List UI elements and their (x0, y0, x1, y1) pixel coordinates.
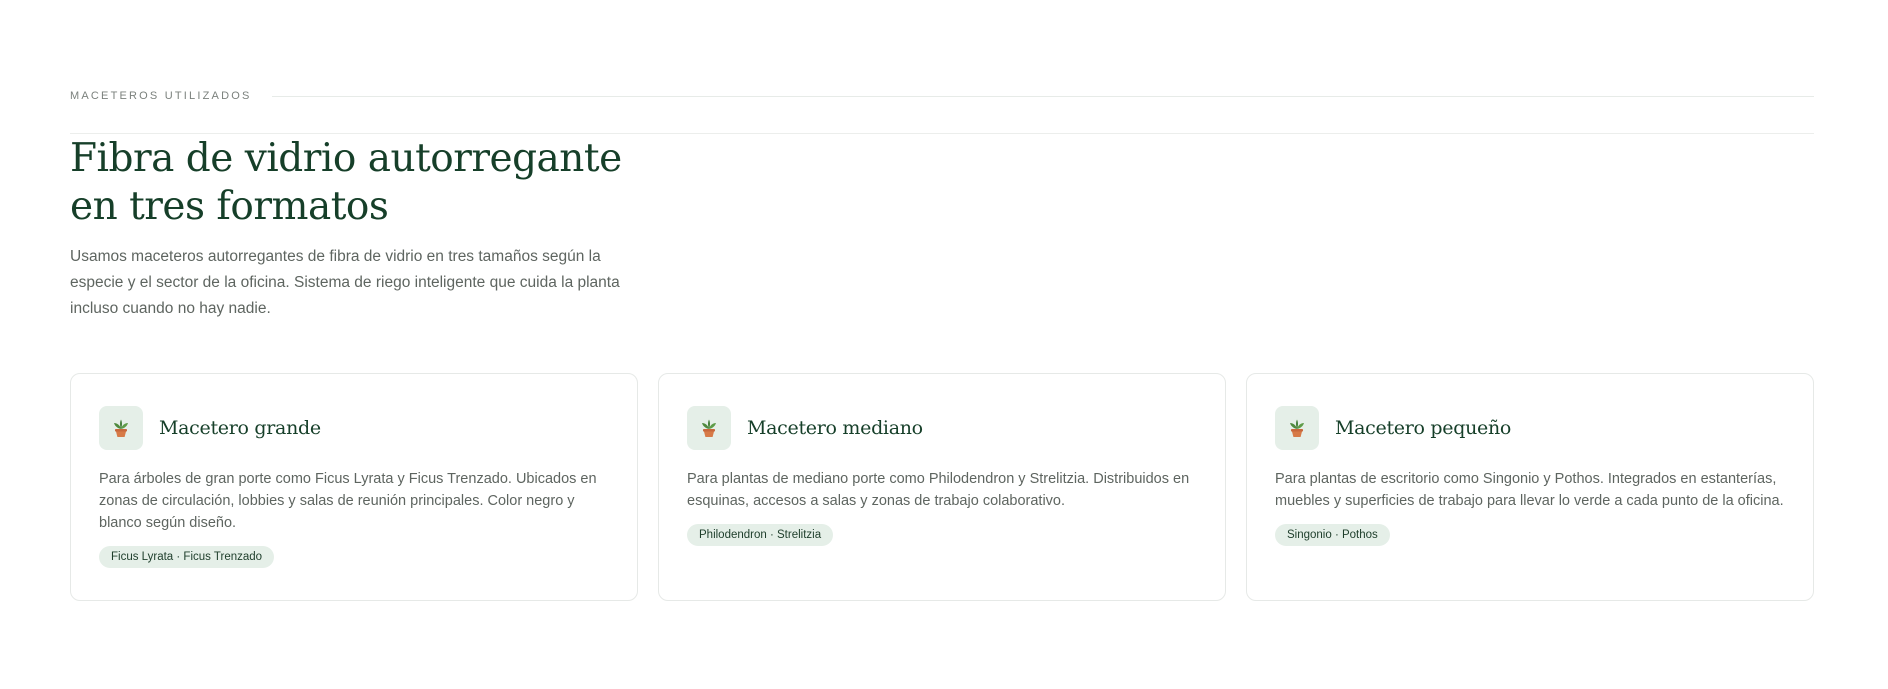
potted-plant-icon (1275, 406, 1319, 450)
species-tag: Ficus Lyrata · Ficus Trenzado (99, 546, 275, 568)
card-title: Macetero grande (159, 417, 321, 439)
section-eyebrow: MACETEROS UTILIZADOS (70, 90, 252, 102)
species-tag: Singonio · Pothos (1275, 524, 1390, 546)
eyebrow-rule (271, 95, 1814, 97)
card-macetero-mediano: Macetero mediano Para plantas de mediano… (658, 373, 1226, 601)
section-divider (70, 133, 1814, 134)
card-header: Macetero mediano (687, 406, 1197, 450)
species-tag: Philodendron · Strelitzia (687, 524, 834, 546)
card-macetero-pequeno: Macetero pequeño Para plantas de escrito… (1246, 373, 1814, 601)
card-description: Para plantas de escritorio como Singonio… (1275, 471, 1784, 509)
card-header: Macetero pequeño (1275, 406, 1785, 450)
eyebrow-row: MACETEROS UTILIZADOS (70, 88, 1814, 104)
card-description: Para árboles de gran porte como Ficus Ly… (99, 471, 597, 531)
card-header: Macetero grande (99, 406, 609, 450)
potted-plant-icon (687, 406, 731, 450)
section-intro: Usamos maceteros autorregantes de fibra … (70, 248, 620, 317)
pot-cards: Macetero grande Para árboles de gran por… (70, 373, 1814, 601)
section-heading: Fibra de vidrio autorregante en tres for… (70, 135, 770, 231)
card-description: Para plantas de mediano porte como Philo… (687, 471, 1190, 509)
card-title: Macetero pequeño (1335, 417, 1512, 439)
card-macetero-grande: Macetero grande Para árboles de gran por… (70, 373, 638, 601)
potted-plant-icon (99, 406, 143, 450)
card-title: Macetero mediano (747, 417, 923, 439)
heading-line-1: Fibra de vidrio autorregante (70, 136, 622, 181)
heading-line-2: en tres formatos (70, 184, 389, 229)
